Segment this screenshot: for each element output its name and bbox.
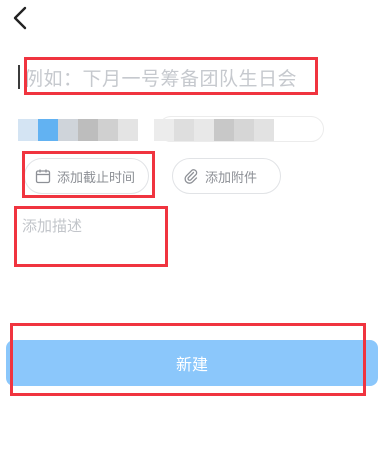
add-attachment-button[interactable]: 添加附件 (172, 158, 281, 194)
add-attachment-label: 添加附件 (205, 170, 258, 186)
chevron-left-icon (13, 6, 27, 30)
highlight-box-create (10, 323, 366, 396)
blur-pixel (118, 119, 138, 141)
paperclip-icon (184, 169, 198, 184)
blur-pixel (138, 119, 154, 141)
new-task-page: 例如：下月一号筹备团队生日会 添加截止时间 添加附件 添加描述 新建 (0, 0, 389, 455)
back-button[interactable] (6, 4, 34, 32)
highlight-box-description (14, 206, 168, 267)
highlight-box-deadline (22, 151, 155, 198)
blur-pixel (58, 119, 78, 141)
text-caret (18, 65, 20, 89)
highlight-box-title (24, 57, 318, 95)
participants-pill (158, 116, 324, 142)
blur-pixel (98, 119, 118, 141)
blur-pixel (78, 119, 98, 141)
blur-pixel (18, 119, 38, 141)
participants-row-blurred[interactable] (18, 116, 324, 144)
blur-pixel (38, 119, 58, 141)
